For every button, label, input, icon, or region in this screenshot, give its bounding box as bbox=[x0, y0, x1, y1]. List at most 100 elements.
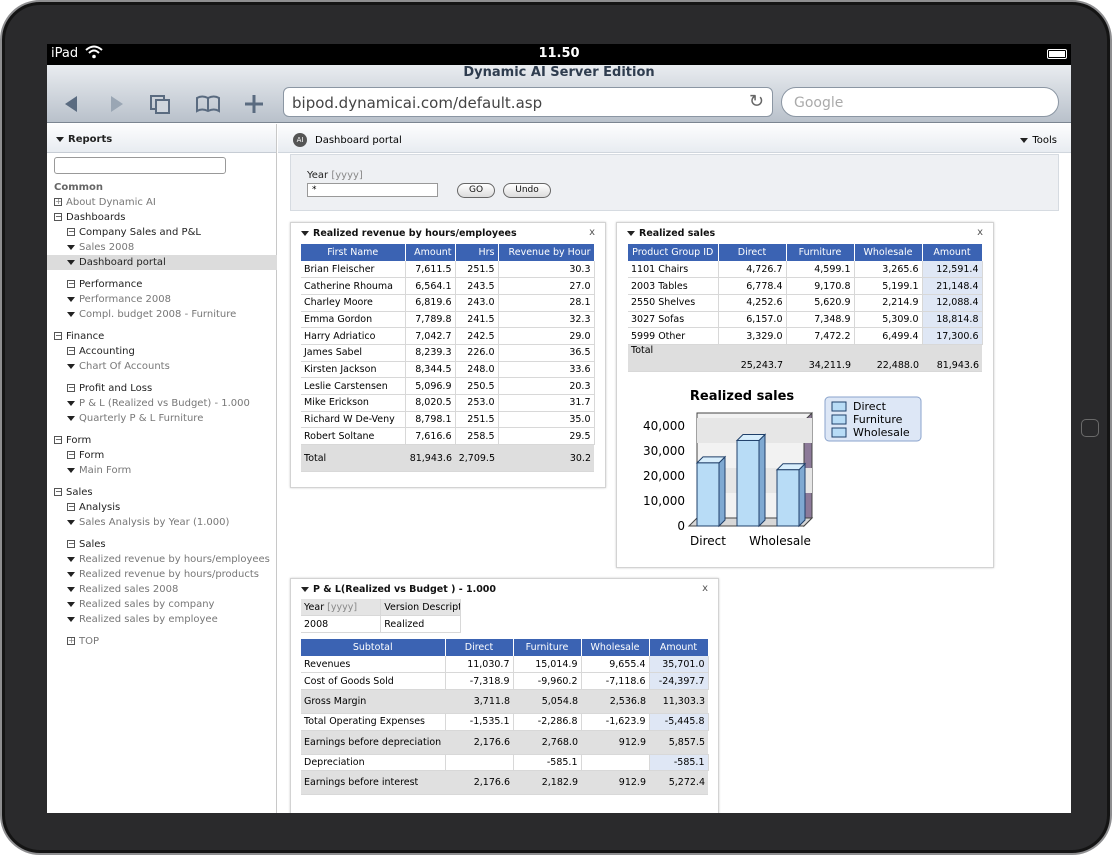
table-row[interactable]: Revenues 11,030.7 15,014.9 9,655.4 35,701.0 bbox=[301, 656, 709, 674]
sidebar-item[interactable]: Sales 2008 bbox=[47, 240, 277, 255]
sidebar-item[interactable]: Performance 2008 bbox=[47, 292, 277, 307]
column-header[interactable]: Product Group ID bbox=[628, 244, 719, 261]
table-row[interactable]: 5999 Other 3,329.0 7,472.2 6,499.4 17,300.6 bbox=[628, 327, 983, 345]
column-header[interactable]: Direct bbox=[718, 244, 787, 261]
table-row[interactable]: 3027 Sofas 6,157.0 7,348.9 5,309.0 18,814.8 bbox=[628, 311, 983, 329]
sidebar-header[interactable]: Reports bbox=[47, 124, 276, 153]
undo-button[interactable]: Undo bbox=[503, 183, 551, 198]
table-row[interactable]: Richard W De-Veny 8,798.1 251.5 35.0 bbox=[301, 411, 595, 429]
collapse-icon[interactable]: − bbox=[54, 332, 62, 340]
bar[interactable] bbox=[736, 439, 760, 527]
sidebar-item[interactable]: − Finance bbox=[47, 329, 277, 344]
table-row[interactable]: Leslie Carstensen 5,096.9 250.5 20.3 bbox=[301, 377, 595, 395]
reload-icon[interactable]: ↻ bbox=[749, 91, 764, 112]
sidebar-item[interactable]: − Sales bbox=[47, 485, 277, 500]
pl-panel-title[interactable]: P & L(Realized vs Budget ) - 1.000 bbox=[301, 584, 496, 595]
column-header[interactable]: Subtotal bbox=[301, 639, 446, 656]
forward-icon[interactable] bbox=[103, 91, 129, 117]
add-icon[interactable] bbox=[241, 91, 267, 117]
sidebar-item[interactable]: − Sales bbox=[47, 537, 277, 552]
collapse-icon[interactable]: − bbox=[67, 228, 75, 236]
table-row[interactable]: James Sabel 8,239.3 226.0 36.5 bbox=[301, 344, 595, 362]
table-row[interactable]: 2550 Shelves 4,252.6 5,620.9 2,214.9 12,088.… bbox=[628, 294, 983, 312]
sidebar-item[interactable]: − Accounting bbox=[47, 344, 277, 359]
sidebar-item[interactable]: Realized sales by company bbox=[47, 597, 277, 612]
sidebar-item[interactable]: + TOP bbox=[47, 634, 277, 649]
sidebar-item[interactable]: Realized revenue by hours/employees bbox=[47, 552, 277, 567]
column-header[interactable]: Revenue by Hour bbox=[498, 244, 595, 261]
sidebar-item[interactable]: + About Dynamic AI bbox=[47, 195, 277, 210]
sidebar-item[interactable]: − Analysis bbox=[47, 500, 277, 515]
sidebar-item[interactable]: Compl. budget 2008 - Furniture bbox=[47, 307, 277, 322]
sidebar-item[interactable]: Main Form bbox=[47, 463, 277, 478]
search-input[interactable]: Google bbox=[781, 87, 1059, 117]
sidebar-item[interactable]: − Form bbox=[47, 448, 277, 463]
table-row[interactable]: Charley Moore 6,819.6 243.0 28.1 bbox=[301, 294, 595, 312]
sidebar-item[interactable]: − Company Sales and P&L bbox=[47, 225, 277, 240]
column-header[interactable]: Wholesale bbox=[581, 639, 650, 656]
collapse-icon[interactable]: − bbox=[67, 384, 75, 392]
column-header[interactable]: First Name bbox=[301, 244, 406, 261]
sidebar-item[interactable]: Sales Analysis by Year (1.000) bbox=[47, 515, 277, 530]
table-row[interactable]: Earnings before depreciation 2,176.6 2,768… bbox=[301, 730, 708, 755]
sidebar-item[interactable]: Quarterly P & L Furniture bbox=[47, 411, 277, 426]
table-row[interactable]: Emma Gordon 7,789.8 241.5 32.3 bbox=[301, 311, 595, 329]
close-icon[interactable]: x bbox=[977, 227, 983, 238]
sidebar-item[interactable]: Dashboard portal bbox=[47, 255, 277, 270]
sidebar-item[interactable]: P & L (Realized vs Budget) - 1.000 bbox=[47, 396, 277, 411]
column-header[interactable]: Amount bbox=[922, 244, 983, 261]
column-header[interactable]: Amount bbox=[405, 244, 456, 261]
sidebar-item[interactable]: − Performance bbox=[47, 277, 277, 292]
year-input[interactable]: * bbox=[307, 183, 438, 197]
close-icon[interactable]: x bbox=[589, 227, 595, 238]
table-row[interactable]: Kirsten Jackson 8,344.5 248.0 33.6 bbox=[301, 361, 595, 379]
sidebar-item[interactable]: Realized revenue by hours/products bbox=[47, 567, 277, 582]
table-row[interactable]: 1101 Chairs 4,726.7 4,599.1 3,265.6 12,591.4 bbox=[628, 261, 983, 279]
table-row[interactable]: Earnings before interest 2,176.6 2,182.9 91… bbox=[301, 770, 708, 796]
sidebar-item[interactable]: Realized sales 2008 bbox=[47, 582, 277, 597]
collapse-icon[interactable]: − bbox=[67, 540, 75, 548]
column-header[interactable]: Furniture bbox=[786, 244, 855, 261]
bar[interactable] bbox=[776, 469, 800, 527]
sidebar-item[interactable]: Realized sales by employee bbox=[47, 612, 277, 627]
column-header[interactable]: Hrs bbox=[455, 244, 499, 261]
back-icon[interactable] bbox=[59, 91, 85, 117]
bookmarks-icon[interactable] bbox=[195, 91, 221, 117]
sales-panel-title[interactable]: Realized sales bbox=[627, 228, 715, 239]
home-button[interactable] bbox=[1081, 419, 1099, 437]
column-header[interactable]: Amount bbox=[649, 639, 709, 656]
collapse-icon[interactable]: − bbox=[67, 347, 75, 355]
table-row[interactable]: Mike Erickson 8,020.5 253.0 31.7 bbox=[301, 394, 595, 412]
table-row[interactable]: Harry Adriatico 7,042.7 242.5 29.0 bbox=[301, 327, 595, 345]
bar[interactable] bbox=[696, 462, 720, 527]
collapse-icon[interactable]: − bbox=[67, 451, 75, 459]
pages-icon[interactable] bbox=[147, 91, 173, 117]
go-button[interactable]: GO bbox=[457, 183, 495, 198]
table-row[interactable]: 2003 Tables 6,778.4 9,170.8 5,199.1 21,148.4 bbox=[628, 277, 983, 295]
collapse-icon[interactable]: − bbox=[54, 488, 62, 496]
sidebar-search-input[interactable] bbox=[54, 157, 226, 174]
table-row[interactable]: Catherine Rhouma 6,564.1 243.5 27.0 bbox=[301, 277, 595, 295]
address-bar[interactable]: bipod.dynamicai.com/default.asp ↻ bbox=[283, 87, 773, 117]
sidebar-item[interactable]: − Profit and Loss bbox=[47, 381, 277, 396]
table-row[interactable]: Cost of Goods Sold -7,318.9 -9,960.2 -7,118… bbox=[301, 672, 709, 690]
column-header[interactable]: Direct bbox=[445, 639, 514, 656]
table-row[interactable]: Total Operating Expenses -1,535.1 -2,286.8… bbox=[301, 713, 709, 731]
column-header[interactable]: Wholesale bbox=[854, 244, 923, 261]
expand-icon[interactable]: + bbox=[54, 198, 62, 206]
expand-icon[interactable]: + bbox=[67, 637, 75, 645]
table-row[interactable]: Robert Soltane 7,616.6 258.5 29.5 bbox=[301, 427, 595, 446]
collapse-icon[interactable]: − bbox=[67, 280, 75, 288]
sidebar-item[interactable]: − Dashboards bbox=[47, 210, 277, 225]
table-row[interactable]: Depreciation -585.1 -585.1 bbox=[301, 754, 709, 772]
close-icon[interactable]: x bbox=[702, 583, 708, 594]
table-row[interactable]: Gross Margin 3,711.8 5,054.8 2,536.8 11,303.… bbox=[301, 689, 708, 714]
sidebar-item[interactable]: Chart Of Accounts bbox=[47, 359, 277, 374]
collapse-icon[interactable]: − bbox=[54, 213, 62, 221]
revenue-panel-title[interactable]: Realized revenue by hours/employees bbox=[301, 228, 517, 239]
sidebar-item[interactable]: − Form bbox=[47, 433, 277, 448]
tools-menu[interactable]: Tools bbox=[1020, 135, 1057, 146]
collapse-icon[interactable]: − bbox=[54, 436, 62, 444]
column-header[interactable]: Furniture bbox=[513, 639, 582, 656]
collapse-icon[interactable]: − bbox=[67, 503, 75, 511]
